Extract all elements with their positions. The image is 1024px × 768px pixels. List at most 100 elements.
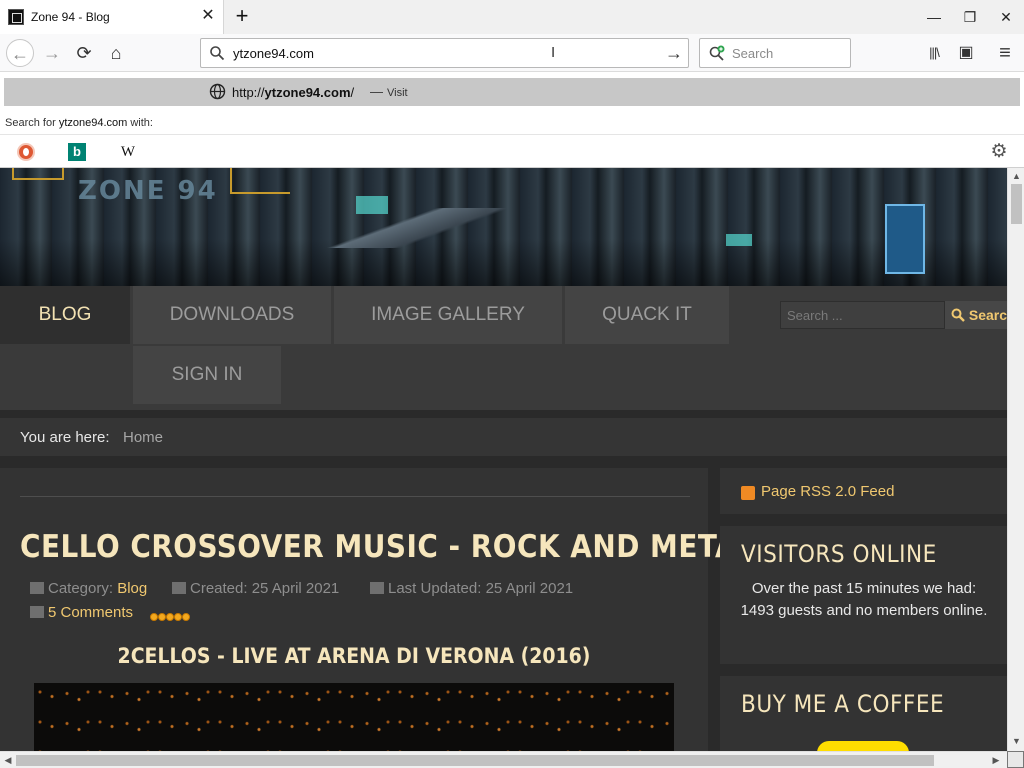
folder-icon xyxy=(30,582,44,594)
back-button[interactable]: ← xyxy=(6,39,34,67)
new-tab-button[interactable]: + xyxy=(230,4,254,28)
restore-button[interactable]: ❐ xyxy=(958,6,982,28)
buy-me-coffee-button[interactable] xyxy=(817,741,909,751)
suggestion-url: http://ytzone94.com/ xyxy=(232,85,355,100)
vertical-scrollbar[interactable]: ▲ ▼ xyxy=(1007,168,1024,751)
rating-star-icon xyxy=(166,613,174,621)
sidebar: Page RSS 2.0 Feed VISITORS ONLINE Over t… xyxy=(720,468,1007,751)
article-category: Category: Blog xyxy=(30,580,147,597)
horizontal-scroll-thumb[interactable] xyxy=(16,755,934,766)
tab-zone94-blog[interactable]: Zone 94 - Blog ✕ xyxy=(0,0,224,34)
home-button[interactable]: ⌂ xyxy=(102,39,130,67)
calendar-icon xyxy=(172,582,186,594)
site-favicon-icon xyxy=(8,9,24,25)
article-comments: 5 Comments xyxy=(30,604,133,621)
scroll-up-arrow-icon[interactable]: ▲ xyxy=(1010,170,1023,182)
suggestion-action: Visit xyxy=(387,87,408,99)
minimize-button[interactable]: — xyxy=(922,6,946,28)
menu-item-blog[interactable]: BLOG xyxy=(0,286,130,344)
banner-frame-decoration xyxy=(12,168,64,180)
menu-item-sign-in[interactable]: SIGN IN xyxy=(133,346,281,404)
article-created-date: Created: 25 April 2021 xyxy=(172,580,339,597)
search-engine-icon xyxy=(709,45,725,61)
one-click-search-engines: b W ⚙ xyxy=(0,134,1024,168)
calendar-icon xyxy=(370,582,384,594)
visitors-online-title: VISITORS ONLINE xyxy=(741,540,937,568)
wikipedia-icon[interactable]: W xyxy=(119,143,137,161)
menu-item-quack-it[interactable]: QUACK IT xyxy=(565,286,729,344)
address-bar-text[interactable]: ytzone94.com xyxy=(233,46,314,61)
forward-button[interactable]: → xyxy=(38,39,66,67)
vertical-scroll-thumb[interactable] xyxy=(1011,184,1022,224)
navigation-toolbar: ← → ⟳ ⌂ ytzone94.com I → Search |||\ ▣ ≡ xyxy=(0,34,1024,72)
article-updated-date: Last Updated: 25 April 2021 xyxy=(370,580,573,597)
category-link[interactable]: Blog xyxy=(117,580,147,597)
close-window-button[interactable]: ✕ xyxy=(994,6,1018,28)
scroll-left-arrow-icon[interactable]: ◀ xyxy=(2,754,14,767)
suggestion-separator: — xyxy=(370,84,383,99)
banner-tower-decoration xyxy=(885,204,925,274)
rating-stars xyxy=(150,608,196,621)
suggestion-row-visit[interactable]: http://ytzone94.com/ — Visit xyxy=(4,78,1020,106)
browser-window: Zone 94 - Blog ✕ + — ❐ ✕ ← → ⟳ ⌂ ytzone9… xyxy=(0,0,1024,768)
search-settings-gear-icon[interactable]: ⚙ xyxy=(989,142,1009,162)
divider xyxy=(20,496,690,497)
site-search-button[interactable]: Search xyxy=(945,301,1007,329)
rss-feed-icon xyxy=(741,486,755,500)
site-search-button-label: Search xyxy=(968,307,1007,323)
scrollbar-corner xyxy=(1007,751,1024,768)
comment-icon xyxy=(30,606,44,618)
browser-search-box[interactable]: Search xyxy=(699,38,851,68)
menu-button[interactable]: ≡ xyxy=(991,39,1019,67)
site-logo[interactable]: ZONE 94 xyxy=(78,176,218,206)
comments-link[interactable]: 5 Comments xyxy=(48,604,133,621)
tab-close-icon[interactable]: ✕ xyxy=(199,7,217,25)
buy-me-coffee-title: BUY ME A COFFEE xyxy=(741,690,945,718)
banner-rail-decoration xyxy=(260,208,590,248)
banner-frame-decoration xyxy=(230,168,290,194)
url-suggestion-panel: http://ytzone94.com/ — Visit Search for … xyxy=(0,72,1024,168)
visitors-online-widget: VISITORS ONLINE Over the past 15 minutes… xyxy=(720,526,1007,664)
rating-star-icon xyxy=(182,613,190,621)
rss-widget: Page RSS 2.0 Feed xyxy=(720,468,1007,514)
address-bar[interactable]: ytzone94.com I → xyxy=(200,38,689,68)
duckduckgo-icon[interactable] xyxy=(17,143,35,161)
web-page: ZONE 94 BLOG DOWNLOADS IMAGE GALLERY QUA… xyxy=(0,168,1007,751)
breadcrumb-label: You are here: xyxy=(20,429,110,446)
library-button[interactable]: |||\ xyxy=(920,39,948,67)
menu-item-image-gallery[interactable]: IMAGE GALLERY xyxy=(334,286,562,344)
visitors-online-text: Over the past 15 minutes we had: 1493 gu… xyxy=(740,580,988,619)
video-embed[interactable] xyxy=(34,683,674,751)
rating-star-icon xyxy=(158,613,166,621)
article-title[interactable]: CELLO CROSSOVER MUSIC - ROCK AND METAL xyxy=(20,529,755,565)
banner-screen-decoration xyxy=(726,234,752,246)
article-subheading: 2CELLOS - LIVE AT ARENA DI VERONA (2016) xyxy=(117,644,591,668)
search-icon xyxy=(951,308,965,322)
go-arrow-button[interactable]: → xyxy=(663,42,685,64)
site-main-menu: BLOG DOWNLOADS IMAGE GALLERY QUACK IT SI… xyxy=(0,286,1007,410)
search-for-label: Search for ytzone94.com with: xyxy=(5,117,153,129)
search-placeholder: Search xyxy=(732,46,774,61)
rss-feed-link[interactable]: Page RSS 2.0 Feed xyxy=(761,483,894,500)
rating-star-icon xyxy=(174,613,182,621)
banner-screen-decoration xyxy=(356,196,388,214)
text-cursor-icon: I xyxy=(551,44,556,61)
globe-icon xyxy=(209,83,226,100)
sidebar-toggle-button[interactable]: ▣ xyxy=(952,39,980,67)
horizontal-scrollbar[interactable]: ◀ ▶ xyxy=(0,751,1007,768)
scroll-right-arrow-icon[interactable]: ▶ xyxy=(990,754,1002,767)
tab-title: Zone 94 - Blog xyxy=(31,10,110,24)
breadcrumb: You are here: Home xyxy=(0,418,1007,456)
site-banner: ZONE 94 xyxy=(0,168,1007,286)
reload-button[interactable]: ⟳ xyxy=(70,39,98,67)
menu-item-downloads[interactable]: DOWNLOADS xyxy=(133,286,331,344)
buy-me-coffee-widget: BUY ME A COFFEE xyxy=(720,676,1007,751)
site-search-placeholder: Search ... xyxy=(787,308,843,323)
article-column: CELLO CROSSOVER MUSIC - ROCK AND METAL C… xyxy=(0,468,755,751)
bing-icon[interactable]: b xyxy=(68,143,86,161)
rating-star-icon xyxy=(150,613,158,621)
site-search-input[interactable]: Search ... xyxy=(780,301,945,329)
scroll-down-arrow-icon[interactable]: ▼ xyxy=(1010,735,1023,747)
tab-bar: Zone 94 - Blog ✕ + — ❐ ✕ xyxy=(0,0,1024,34)
search-icon xyxy=(210,46,225,61)
